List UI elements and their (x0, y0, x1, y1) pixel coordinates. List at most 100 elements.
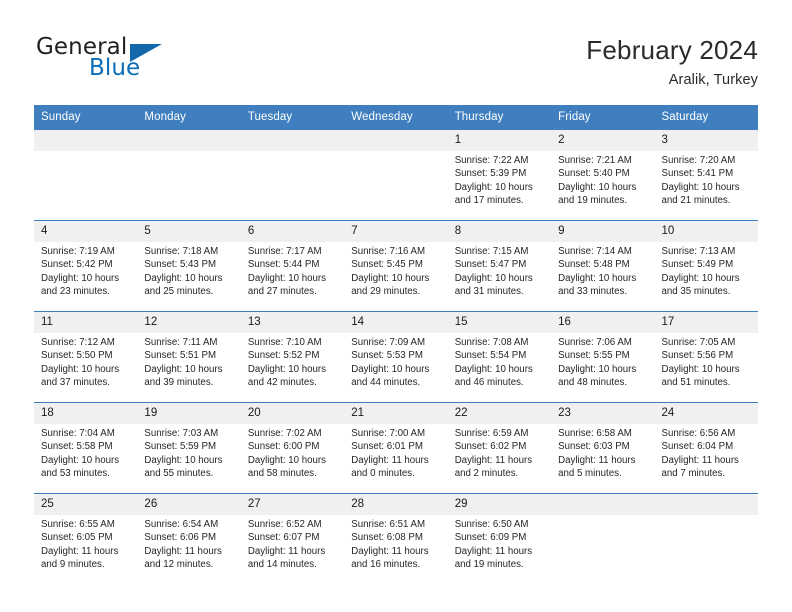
calendar-day-cell[interactable]: 14 Sunrise: 7:09 AM Sunset: 5:53 PM Dayligh… (344, 311, 448, 403)
daylight-text-line1: Daylight: 10 hours (144, 363, 223, 375)
day-number: 7 (344, 221, 448, 242)
calendar-day-cell[interactable]: 12 Sunrise: 7:11 AM Sunset: 5:51 PM Dayligh… (137, 311, 241, 403)
page-title: February 2024 (586, 35, 758, 65)
daylight-text-line1: Daylight: 11 hours (351, 545, 429, 557)
calendar-day-cell[interactable]: 15 Sunrise: 7:08 AM Sunset: 5:54 PM Dayligh… (447, 311, 552, 403)
day-details: Sunrise: 7:14 AM Sunset: 5:48 PM Daylight:… (551, 242, 654, 299)
calendar-day-cell[interactable]: 17 Sunrise: 7:05 AM Sunset: 5:56 PM Dayligh… (654, 311, 758, 403)
day-number: 5 (137, 221, 241, 242)
calendar-day-cell[interactable]: 20 Sunrise: 7:02 AM Sunset: 6:00 PM Dayligh… (240, 402, 345, 494)
sunset-text: Sunset: 5:48 PM (558, 259, 630, 271)
sunset-text: Sunset: 5:50 PM (41, 350, 113, 362)
calendar-page: General Blue February 2024 Aralik, Turke… (0, 0, 792, 612)
daylight-text-line1: Daylight: 10 hours (558, 363, 637, 375)
sunset-text: Sunset: 5:41 PM (661, 168, 734, 180)
calendar-day-cell[interactable]: 27 Sunrise: 6:52 AM Sunset: 6:07 PM Dayligh… (240, 493, 345, 584)
calendar-day-cell[interactable]: 29 Sunrise: 6:50 AM Sunset: 6:09 PM Dayligh… (447, 493, 552, 584)
sunset-text: Sunset: 6:06 PM (144, 532, 217, 544)
calendar-day-cell[interactable]: 21 Sunrise: 7:00 AM Sunset: 6:01 PM Dayligh… (344, 402, 448, 494)
day-number: 14 (344, 312, 448, 333)
calendar-day-cell-empty (137, 129, 241, 221)
daylight-text-line1: Daylight: 10 hours (454, 272, 533, 284)
sunset-text: Sunset: 6:07 PM (247, 532, 320, 544)
sunrise-text: Sunrise: 7:02 AM (247, 428, 322, 439)
sunset-text: Sunset: 6:03 PM (558, 441, 630, 453)
calendar-day-cell[interactable]: 11 Sunrise: 7:12 AM Sunset: 5:50 PM Dayligh… (34, 311, 138, 403)
sunset-text: Sunset: 5:45 PM (351, 259, 423, 271)
day-number (240, 130, 345, 151)
page-subtitle-location: Aralik, Turkey (668, 72, 758, 88)
calendar-day-cell[interactable]: 9 Sunrise: 7:14 AM Sunset: 5:48 PM Daylight… (551, 220, 655, 312)
daylight-text-line1: Daylight: 11 hours (144, 545, 222, 557)
calendar-day-cell[interactable]: 28 Sunrise: 6:51 AM Sunset: 6:08 PM Dayligh… (344, 493, 448, 584)
calendar-day-cell[interactable]: 7 Sunrise: 7:16 AM Sunset: 5:45 PM Daylight… (344, 220, 448, 312)
day-details: Sunrise: 7:08 AM Sunset: 5:54 PM Daylight:… (448, 333, 551, 390)
calendar-day-cell-empty (34, 129, 138, 221)
sunrise-text: Sunrise: 6:58 AM (558, 428, 632, 439)
calendar-day-cell[interactable]: 16 Sunrise: 7:06 AM Sunset: 5:55 PM Dayligh… (551, 311, 655, 403)
daylight-text-line2: and 7 minutes. (661, 468, 726, 480)
calendar-day-cell[interactable]: 6 Sunrise: 7:17 AM Sunset: 5:44 PM Daylight… (240, 220, 345, 312)
sunset-text: Sunset: 5:59 PM (144, 441, 217, 453)
calendar-day-cell[interactable]: 8 Sunrise: 7:15 AM Sunset: 5:47 PM Daylight… (447, 220, 552, 312)
daylight-text-line1: Daylight: 10 hours (661, 363, 740, 375)
daylight-text-line1: Daylight: 11 hours (558, 454, 636, 466)
daylight-text-line1: Daylight: 10 hours (247, 454, 326, 466)
sunrise-text: Sunrise: 7:18 AM (144, 246, 219, 257)
calendar-day-cell[interactable]: 13 Sunrise: 7:10 AM Sunset: 5:52 PM Dayligh… (240, 311, 345, 403)
calendar-day-cell[interactable]: 25 Sunrise: 6:55 AM Sunset: 6:05 PM Dayligh… (34, 493, 138, 584)
day-number: 24 (654, 403, 758, 424)
daylight-text-line1: Daylight: 10 hours (144, 454, 223, 466)
day-number: 23 (551, 403, 655, 424)
sunset-text: Sunset: 5:47 PM (454, 259, 527, 271)
sunset-text: Sunset: 6:01 PM (351, 441, 423, 453)
calendar-day-cell[interactable]: 1 Sunrise: 7:22 AM Sunset: 5:39 PM Daylight… (447, 129, 552, 221)
general-blue-logo[interactable]: General Blue (34, 34, 234, 90)
day-details: Sunrise: 7:11 AM Sunset: 5:51 PM Daylight:… (137, 333, 240, 390)
day-details: Sunrise: 7:22 AM Sunset: 5:39 PM Daylight:… (448, 151, 551, 208)
sunset-text: Sunset: 5:43 PM (144, 259, 217, 271)
daylight-text-line2: and 19 minutes. (558, 195, 628, 207)
day-number (34, 130, 138, 151)
day-number (344, 130, 448, 151)
daylight-text-line2: and 16 minutes. (351, 559, 421, 571)
weekday-header-sunday: Sunday (34, 105, 138, 130)
daylight-text-line1: Daylight: 10 hours (41, 272, 120, 284)
day-details: Sunrise: 7:15 AM Sunset: 5:47 PM Daylight:… (448, 242, 551, 299)
day-number: 15 (447, 312, 552, 333)
daylight-text-line1: Daylight: 10 hours (247, 272, 326, 284)
sunrise-text: Sunrise: 6:50 AM (454, 519, 529, 530)
day-number: 25 (34, 494, 138, 515)
daylight-text-line2: and 33 minutes. (558, 286, 628, 298)
calendar-day-cell[interactable]: 24 Sunrise: 6:56 AM Sunset: 6:04 PM Dayligh… (654, 402, 758, 494)
day-number: 13 (240, 312, 345, 333)
weekday-header-monday: Monday (137, 105, 241, 130)
day-number: 27 (240, 494, 345, 515)
calendar-day-cell[interactable]: 19 Sunrise: 7:03 AM Sunset: 5:59 PM Dayligh… (137, 402, 241, 494)
sunrise-text: Sunrise: 7:05 AM (661, 337, 736, 348)
daylight-text-line1: Daylight: 11 hours (247, 545, 326, 557)
day-number: 9 (551, 221, 655, 242)
sunrise-text: Sunrise: 7:17 AM (247, 246, 322, 257)
daylight-text-line2: and 5 minutes. (558, 468, 622, 480)
calendar-day-cell[interactable]: 18 Sunrise: 7:04 AM Sunset: 5:58 PM Dayligh… (34, 402, 138, 494)
calendar-day-cell[interactable]: 5 Sunrise: 7:18 AM Sunset: 5:43 PM Daylight… (137, 220, 241, 312)
daylight-text-line2: and 2 minutes. (454, 468, 519, 480)
sunset-text: Sunset: 5:42 PM (41, 259, 113, 271)
calendar-day-cell[interactable]: 3 Sunrise: 7:20 AM Sunset: 5:41 PM Daylight… (654, 129, 758, 221)
sunset-text: Sunset: 5:49 PM (661, 259, 734, 271)
calendar-day-cell[interactable]: 2 Sunrise: 7:21 AM Sunset: 5:40 PM Daylight… (551, 129, 655, 221)
calendar-day-cell[interactable]: 4 Sunrise: 7:19 AM Sunset: 5:42 PM Daylight… (34, 220, 138, 312)
calendar-day-cell[interactable]: 22 Sunrise: 6:59 AM Sunset: 6:02 PM Dayligh… (447, 402, 552, 494)
day-details: Sunrise: 7:16 AM Sunset: 5:45 PM Daylight:… (344, 242, 447, 299)
calendar-day-cell[interactable]: 26 Sunrise: 6:54 AM Sunset: 6:06 PM Dayligh… (137, 493, 241, 584)
sunrise-text: Sunrise: 7:06 AM (558, 337, 632, 348)
calendar-day-cell[interactable]: 23 Sunrise: 6:58 AM Sunset: 6:03 PM Dayligh… (551, 402, 655, 494)
sunrise-text: Sunrise: 7:04 AM (41, 428, 115, 439)
day-number: 8 (447, 221, 552, 242)
daylight-text-line1: Daylight: 10 hours (351, 272, 430, 284)
calendar-day-cell[interactable]: 10 Sunrise: 7:13 AM Sunset: 5:49 PM Dayligh… (654, 220, 758, 312)
sunrise-text: Sunrise: 7:00 AM (351, 428, 426, 439)
sunset-text: Sunset: 5:44 PM (247, 259, 320, 271)
daylight-text-line1: Daylight: 10 hours (41, 454, 120, 466)
